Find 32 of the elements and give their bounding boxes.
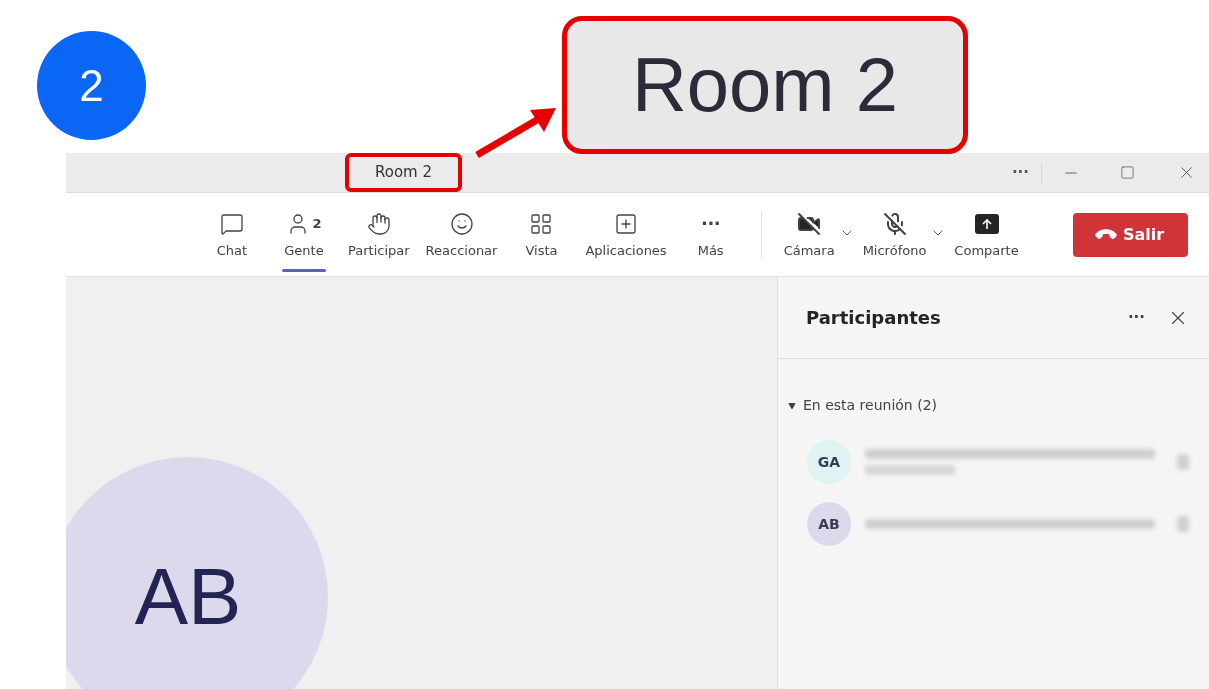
grid-icon (529, 211, 554, 236)
share-icon (974, 213, 999, 234)
media-button[interactable]: Cámara (775, 192, 843, 277)
people-count: 2 (312, 215, 322, 233)
window-more-glyph[interactable]: ··· (1011, 161, 1029, 184)
smiley-icon (449, 211, 474, 236)
leave-button[interactable]: Salir (1073, 212, 1188, 257)
zoom-callout: Room 2 (562, 16, 968, 154)
hand-icon (366, 211, 391, 236)
toolbar-button[interactable]: Chat (196, 192, 268, 277)
participant-avatar[interactable]: AB (807, 502, 851, 546)
toolbar-button[interactable]: Reaccionar (417, 192, 506, 277)
blurred-icon (1177, 454, 1189, 470)
panel-title: Participantes (806, 306, 941, 330)
toolbar-button[interactable]: Participar (340, 192, 418, 277)
caret-icon (788, 401, 796, 410)
blurred-icon (1177, 516, 1189, 532)
window-title: Room 2 (344, 153, 462, 192)
step-badge: 2 (37, 31, 146, 140)
toolbar-button[interactable]: ··· Más (674, 192, 747, 277)
toolbar-button[interactable]: 2 Gente (268, 192, 340, 277)
large-avatar: AB (66, 457, 328, 689)
toolbar-button[interactable]: Aplicaciones (577, 192, 675, 277)
section-toggle[interactable]: En esta reunión (2) (788, 395, 1209, 416)
plus-square-icon (614, 211, 639, 236)
media-button[interactable]: Comparte (946, 192, 1027, 277)
panel-more-glyph[interactable]: ··· (1127, 306, 1145, 329)
more-glyph: ··· (701, 214, 721, 233)
participant-avatar[interactable]: GA (807, 440, 851, 484)
chat-icon (220, 211, 244, 236)
toolbar-button[interactable]: Vista (505, 192, 578, 277)
media-button[interactable]: Micrófono (854, 192, 935, 277)
